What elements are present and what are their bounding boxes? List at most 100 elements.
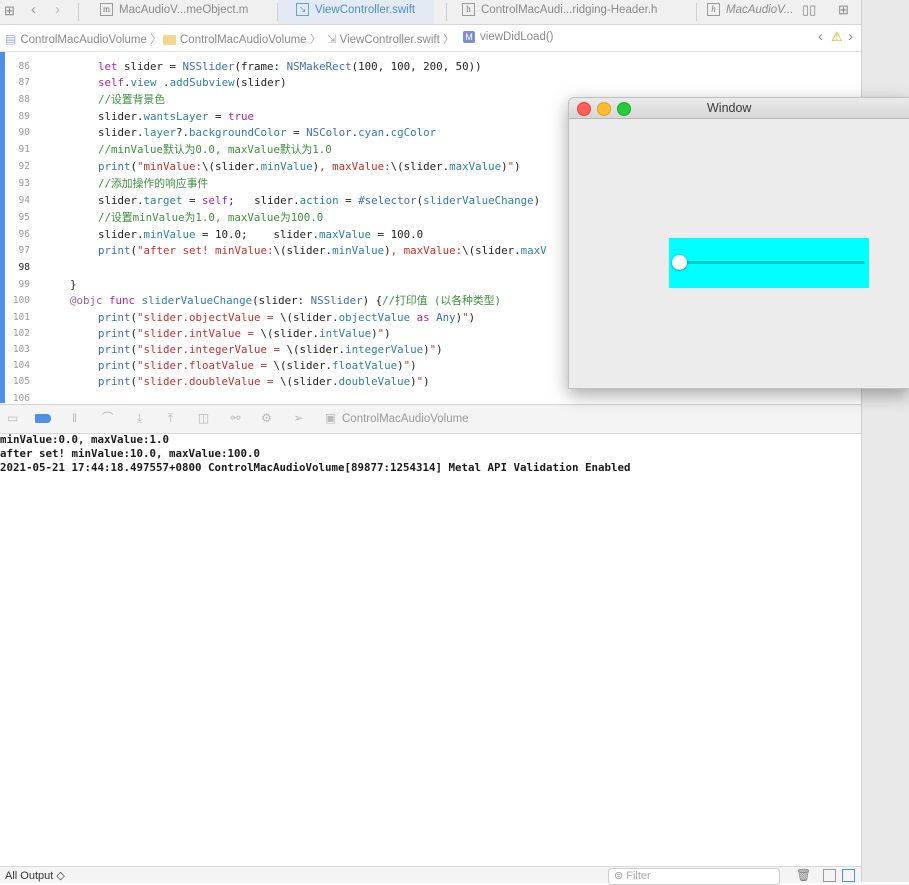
console-line: minValue:0.0, maxValue:1.0	[0, 433, 170, 446]
slider-knob[interactable]	[672, 255, 687, 270]
slider-background	[669, 238, 869, 288]
breakpoints-toggle-icon[interactable]	[35, 414, 51, 423]
line-number: 100	[12, 295, 30, 306]
variables-view-icon[interactable]	[823, 869, 836, 882]
code-text: let slider = NSSlider(frame: NSMakeRect(…	[98, 60, 482, 73]
console-view-icon[interactable]	[842, 869, 855, 882]
grid-icon[interactable]: ⊞	[4, 3, 15, 19]
next-issue-icon[interactable]: ›	[848, 28, 853, 45]
tab-viewcontroller-swift[interactable]: ↘ ViewController.swift	[278, 0, 434, 24]
line-number: 89	[18, 111, 30, 122]
breadcrumb: ▤ ControlMacAudioVolume 〉 ControlMacAudio…	[0, 25, 861, 52]
environment-overrides-icon[interactable]: ⚙	[260, 412, 273, 425]
code-text: }	[70, 278, 77, 291]
code-text: slider.minValue = 10.0; slider.maxValue …	[98, 228, 424, 241]
tab-separator	[696, 3, 697, 21]
code-line: 87 self.view .addSubview(slider)	[0, 74, 861, 91]
location-icon[interactable]: ➢	[292, 412, 305, 425]
code-text: print("slider.intValue = \(slider.intVal…	[98, 327, 391, 340]
line-number: 103	[12, 344, 30, 355]
trash-icon[interactable]: 🗑	[796, 868, 811, 882]
add-editor-icon[interactable]: ⊞	[838, 2, 849, 18]
debug-bar: ▭ ‖ ⌒ ⤓ ⤒ ◫ ⚯ ⚙ ➢ ▣ ControlMacAudioVolum…	[0, 404, 861, 434]
line-number: 90	[18, 127, 30, 138]
previous-issue-icon[interactable]: ‹	[818, 28, 823, 45]
tab-label: ControlMacAudi...ridging-Header.h	[481, 4, 658, 16]
filter-placeholder: Filter	[626, 870, 651, 882]
line-number: 104	[12, 360, 30, 371]
breadcrumb-project[interactable]: ▤ ControlMacAudioVolume 〉	[5, 31, 162, 47]
breadcrumb-file[interactable]: ⇲ ViewController.swift 〉	[327, 31, 454, 47]
breadcrumb-symbol-label: viewDidLoad()	[480, 31, 554, 44]
tab-bridging-header[interactable]: h ControlMacAudi...ridging-Header.h	[462, 0, 682, 24]
window-title: Window	[707, 101, 752, 115]
breadcrumb-group[interactable]: ControlMacAudioVolume 〉	[163, 31, 321, 47]
line-number: 105	[12, 376, 30, 387]
code-text: self.view .addSubview(slider)	[98, 76, 287, 89]
line-number: 91	[18, 144, 30, 155]
code-text: slider.wantsLayer = true	[98, 110, 255, 123]
step-into-icon[interactable]: ⤓	[133, 412, 146, 425]
line-number: 86	[18, 61, 30, 72]
step-out-icon[interactable]: ⤒	[164, 412, 177, 425]
line-number: 101	[12, 312, 30, 323]
tab-label: MacAudioV...	[726, 4, 792, 16]
output-selector[interactable]: All Output ◇	[5, 869, 65, 882]
code-comment: //设置背景色	[98, 93, 165, 106]
breadcrumb-file-label: ViewController.swift	[339, 34, 440, 46]
line-number: 106	[12, 393, 30, 403]
filter-field[interactable]: ⊜ Filter	[608, 868, 780, 885]
breadcrumb-symbol[interactable]: MviewDidLoad()	[463, 31, 554, 43]
view-hierarchy-icon[interactable]: ◫	[197, 412, 210, 425]
code-text: print("slider.objectValue = \(slider.obj…	[98, 311, 476, 324]
header-file-icon: h	[707, 3, 720, 17]
code-text: print("minValue:\(slider.minValue), maxV…	[98, 160, 521, 173]
breadcrumb-project-label: ControlMacAudioVolume	[20, 34, 147, 46]
code-line: 106	[0, 390, 861, 403]
tab-label: ViewController.swift	[315, 4, 416, 16]
filter-icon: ⊜	[614, 870, 624, 882]
back-arrow-icon[interactable]: ‹	[31, 1, 36, 18]
memory-graph-icon[interactable]: ⚯	[229, 412, 242, 425]
code-comment: //设置minValue为1.0, maxValue为100.0	[98, 211, 324, 224]
code-text: print("slider.floatValue = \(slider.floa…	[98, 359, 417, 372]
line-number: 98	[18, 262, 30, 273]
line-number: 102	[12, 328, 30, 339]
swift-file-icon: ⇲	[327, 34, 337, 46]
code-line: 86 let slider = NSSlider(frame: NSMakeRec…	[0, 58, 861, 75]
forward-arrow-icon[interactable]: ›	[55, 1, 60, 18]
code-comment: //添加操作的响应事件	[98, 177, 209, 190]
tab-macaudio-m[interactable]: m MacAudioV...meObject.m	[100, 0, 260, 24]
step-over-icon[interactable]: ⌒	[101, 412, 114, 425]
debug-target-label[interactable]: ControlMacAudioVolume	[342, 413, 469, 425]
line-number: 99	[18, 279, 30, 290]
tab-label: MacAudioV...meObject.m	[119, 4, 249, 16]
code-text: slider.target = self; slider.action = #s…	[98, 194, 541, 207]
console-bottom-bar: All Output ◇ ⊜ Filter 🗑	[0, 866, 861, 885]
tab-separator	[446, 3, 447, 21]
method-badge-icon: M	[463, 31, 475, 43]
folder-icon	[163, 34, 176, 45]
code-comment: //minValue默认为0.0, maxValue默认为1.0	[98, 143, 332, 156]
line-number: 95	[18, 212, 30, 223]
swift-file-icon: ↘	[296, 3, 309, 17]
warning-icon[interactable]: ⚠	[831, 29, 843, 45]
line-number: 97	[18, 245, 30, 256]
breadcrumb-group-label: ControlMacAudioVolume	[180, 34, 307, 46]
target-app-icon: ▣	[324, 411, 337, 425]
app-window: Window	[568, 97, 909, 389]
code-text: @objc func sliderValueChange(slider: NSS…	[70, 294, 502, 307]
tab-macaudio-h[interactable]: h MacAudioV...	[707, 0, 792, 24]
line-number: 92	[18, 161, 30, 172]
window-title-bar[interactable]: Window	[569, 98, 909, 119]
console-line: 2021-05-21 17:44:18.497557+0800 ControlM…	[0, 461, 631, 474]
code-text: slider.layer?.backgroundColor = NSColor.…	[98, 126, 437, 139]
console-line: after set! minValue:10.0, maxValue:100.0	[0, 447, 261, 460]
line-number: 93	[18, 178, 30, 189]
line-number: 88	[18, 94, 30, 105]
hide-debug-area-icon[interactable]: ▭	[6, 412, 19, 425]
tab-separator	[78, 3, 79, 21]
slider-track[interactable]	[677, 261, 865, 264]
related-items-icon[interactable]: ▯▯	[802, 2, 816, 18]
pause-icon[interactable]: ‖	[68, 412, 81, 425]
